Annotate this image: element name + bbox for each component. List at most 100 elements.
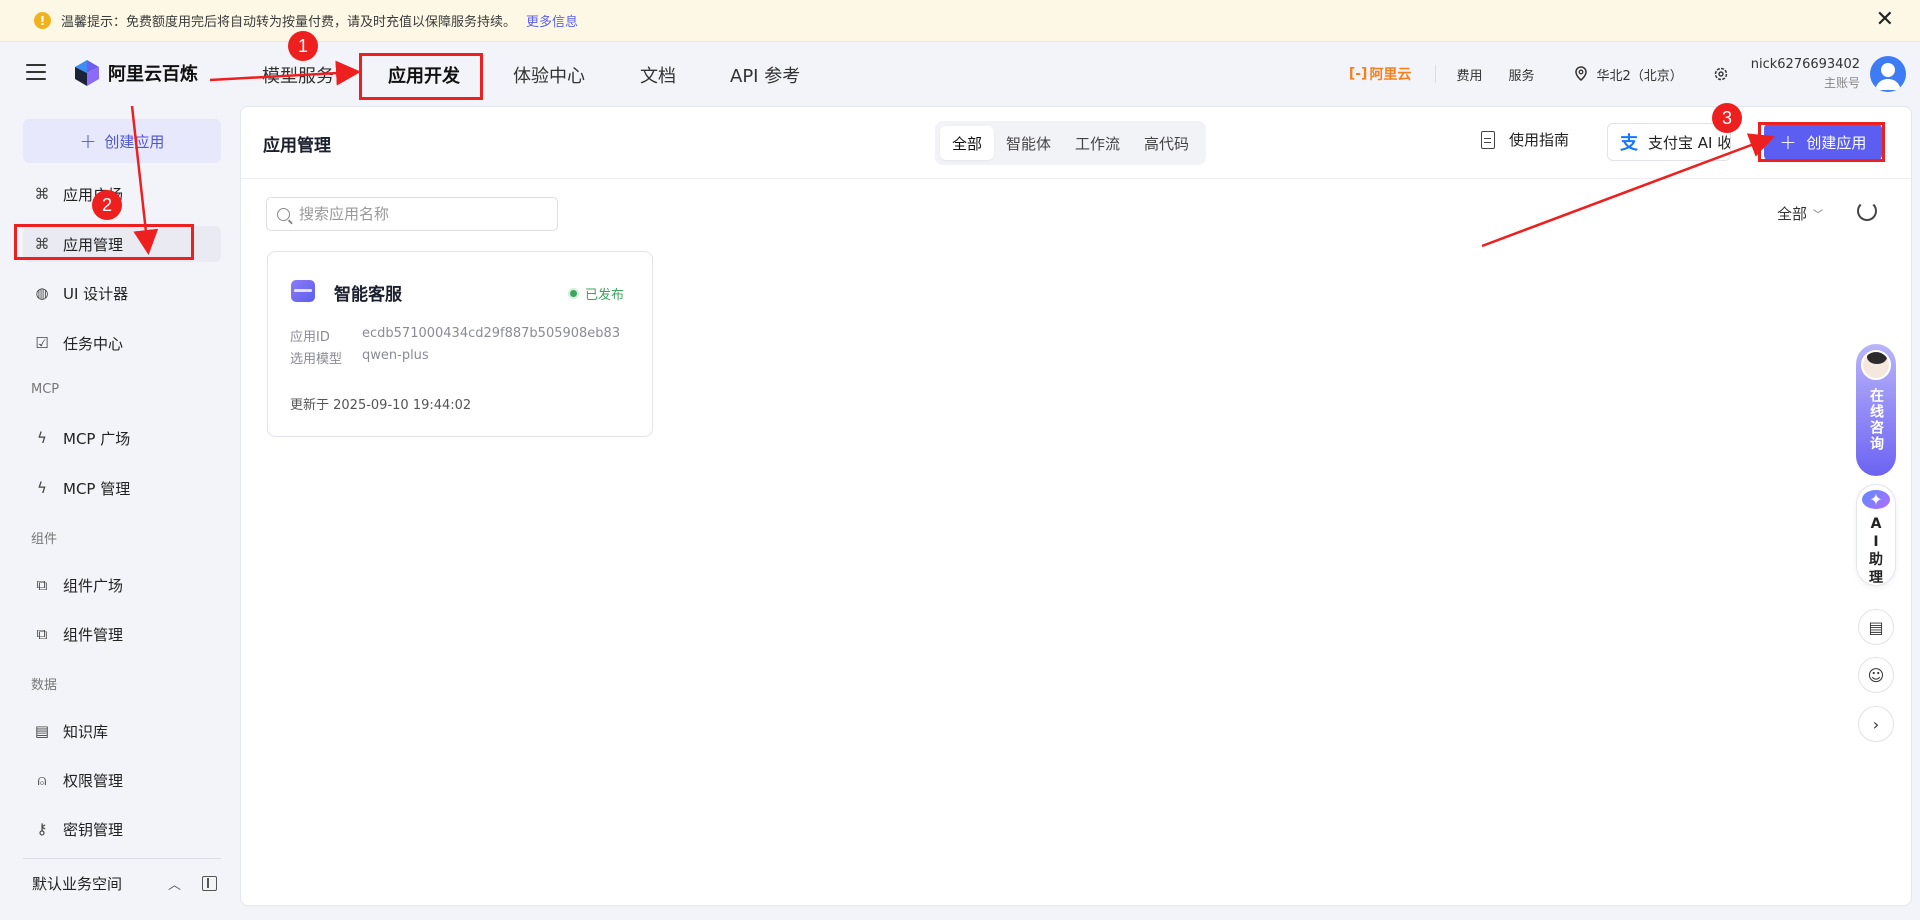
sidebar-item-permissions[interactable]: ⍝ 权限管理	[23, 762, 221, 798]
ai-assistant-button[interactable]: ✦ AI助理	[1856, 484, 1896, 586]
plus-icon: +	[1779, 130, 1797, 154]
location-icon	[1575, 66, 1588, 81]
tab-app-dev[interactable]: 应用开发	[388, 62, 460, 88]
menu-icon[interactable]	[26, 64, 46, 82]
document-icon	[1481, 130, 1495, 149]
tab-experience-center[interactable]: 体验中心	[513, 62, 585, 88]
status-dot-icon	[570, 290, 577, 297]
grid-icon: ⌘	[34, 185, 50, 203]
gear-icon[interactable]	[1713, 66, 1729, 82]
sidebar-item-label: UI 设计器	[63, 284, 129, 303]
chevron-down-icon: ﹀	[1813, 210, 1824, 221]
tab-high-code[interactable]: 高代码	[1132, 126, 1201, 160]
aliyun-logo[interactable]: [-] 阿里云	[1349, 64, 1412, 84]
alipay-ai-button[interactable]: 支 支付宝 AI 收	[1607, 123, 1731, 161]
top-nav-right: [-] 阿里云 费用 服务 华北2（北京） nick6276693402 主账号	[1349, 42, 1920, 106]
billing-link[interactable]: 费用	[1456, 65, 1482, 84]
section-components: 组件	[31, 532, 58, 547]
status-badge: 已发布	[570, 284, 624, 303]
sidebar-item-label: 密钥管理	[63, 820, 124, 839]
brand-logo-icon	[75, 60, 99, 86]
smile-icon[interactable]: ☺	[1858, 657, 1894, 693]
page-title: 应用管理	[263, 136, 331, 156]
create-app-label: 创建应用	[1806, 133, 1867, 152]
sidebar-item-component-management[interactable]: ⧉ 组件管理	[23, 616, 221, 652]
sidebar-item-component-plaza[interactable]: ⧉ 组件广场	[23, 567, 221, 603]
model-row: 选用模型 qwen-plus	[290, 348, 429, 367]
workspace-name: 默认业务空间	[32, 875, 123, 893]
alipay-icon: 支	[1620, 133, 1638, 154]
sidebar-item-ui-designer[interactable]: ◍ UI 设计器	[23, 275, 221, 311]
search-input[interactable]	[299, 205, 539, 223]
sidebar-item-mcp-plaza[interactable]: ϟ MCP 广场	[23, 420, 221, 456]
brand-logo[interactable]: 阿里云百炼	[74, 59, 198, 87]
avatar[interactable]	[1870, 56, 1906, 92]
grid-icon: ⌘	[34, 235, 50, 253]
consultant-avatar	[1861, 350, 1891, 380]
sidebar-item-label: MCP 管理	[63, 479, 131, 498]
puzzle-gear-icon: ⧉	[36, 625, 48, 643]
sidebar-item-key-management[interactable]: ⚷ 密钥管理	[23, 811, 221, 847]
tab-all[interactable]: 全部	[940, 126, 995, 160]
sidebar-item-task-center[interactable]: ☑ 任务中心	[23, 325, 221, 361]
puzzle-icon: ⧉	[36, 576, 48, 594]
create-app-button[interactable]: + 创建应用	[1764, 123, 1882, 161]
user-info[interactable]: nick6276693402 主账号	[1751, 56, 1860, 92]
notice-bar: ! 温馨提示：免费额度用完后将自动转为按量付费，请及时充值以保障服务持续。 更多…	[0, 0, 1920, 42]
sidebar-item-label: 应用广场	[63, 185, 124, 204]
lightning-icon: ϟ	[37, 429, 47, 447]
user-icon: ⍝	[37, 771, 47, 789]
aliyun-bracket-icon: [-]	[1348, 66, 1368, 82]
tab-api-reference[interactable]: API 参考	[730, 62, 800, 88]
usage-guide-label: 使用指南	[1509, 131, 1570, 149]
sidebar-item-label: 应用管理	[63, 235, 124, 254]
app-card[interactable]: 智能客服 已发布 应用ID ecdb571000434cd29f887b5059…	[267, 251, 653, 437]
sidebar-create-app-button[interactable]: + 创建应用	[23, 119, 221, 163]
chevron-right-icon[interactable]: ›	[1858, 706, 1894, 742]
sidebar-item-label: 组件管理	[63, 625, 124, 644]
tab-agent[interactable]: 智能体	[994, 126, 1063, 160]
tab-docs[interactable]: 文档	[640, 62, 676, 88]
search-box	[266, 197, 558, 231]
top-nav: 阿里云百炼 模型服务 应用开发 体验中心 文档 API 参考 [-] 阿里云 费用…	[0, 42, 1920, 106]
main-header: 应用管理 全部 智能体 工作流 高代码 使用指南 支 支付宝 AI 收 + 创建…	[241, 107, 1911, 179]
service-link[interactable]: 服务	[1508, 65, 1534, 84]
tab-workflow[interactable]: 工作流	[1063, 126, 1132, 160]
model-label: 选用模型	[290, 352, 343, 367]
status-filter-label: 全部	[1777, 205, 1808, 223]
region-label: 华北2（北京）	[1596, 68, 1683, 84]
status-label: 已发布	[585, 288, 625, 303]
search-icon	[277, 207, 290, 221]
username: nick6276693402	[1750, 57, 1860, 72]
sidebar-item-label: 任务中心	[63, 334, 124, 353]
workspace-switcher[interactable]: 默认业务空间 ︿	[23, 858, 221, 908]
usage-guide-button[interactable]: 使用指南	[1481, 129, 1569, 150]
app-id-row: 应用ID ecdb571000434cd29f887b505908eb83	[290, 326, 620, 345]
ai-assistant-label: AI助理	[1869, 516, 1883, 586]
sidebar-item-knowledge-base[interactable]: ▤ 知识库	[23, 713, 221, 749]
online-consult-button[interactable]: 在线咨询	[1856, 344, 1896, 476]
lightning-gear-icon: ϟ	[37, 479, 47, 497]
brand-name: 阿里云百炼	[108, 64, 198, 85]
collapse-sidebar-icon[interactable]	[202, 876, 217, 891]
sidebar-item-mcp-management[interactable]: ϟ MCP 管理	[23, 470, 221, 506]
main-panel: 应用管理 全部 智能体 工作流 高代码 使用指南 支 支付宝 AI 收 + 创建…	[240, 106, 1912, 906]
tab-model-service[interactable]: 模型服务	[262, 62, 334, 88]
sidebar-item-label: 组件广场	[63, 576, 124, 595]
status-filter-dropdown[interactable]: 全部 ﹀	[1777, 203, 1823, 224]
document-icon[interactable]: ▤	[1858, 609, 1894, 645]
sidebar-item-app-management[interactable]: ⌘ 应用管理	[23, 226, 221, 262]
notice-more-link[interactable]: 更多信息	[526, 11, 578, 30]
section-data: 数据	[31, 678, 58, 693]
app-icon	[291, 280, 315, 302]
sidebar-item-app-plaza[interactable]: ⌘ 应用广场	[23, 176, 221, 212]
divider	[1435, 65, 1437, 83]
close-icon[interactable]: ✕	[1876, 9, 1894, 31]
sidebar-item-label: 知识库	[63, 722, 109, 741]
section-mcp: MCP	[31, 382, 60, 397]
sidebar-item-label: 权限管理	[63, 771, 124, 790]
chevron-up-icon[interactable]: ︿	[168, 874, 181, 893]
alipay-label: 支付宝 AI 收	[1648, 133, 1731, 152]
refresh-icon[interactable]	[1857, 201, 1877, 221]
region-selector[interactable]: 华北2（北京）	[1574, 65, 1683, 84]
